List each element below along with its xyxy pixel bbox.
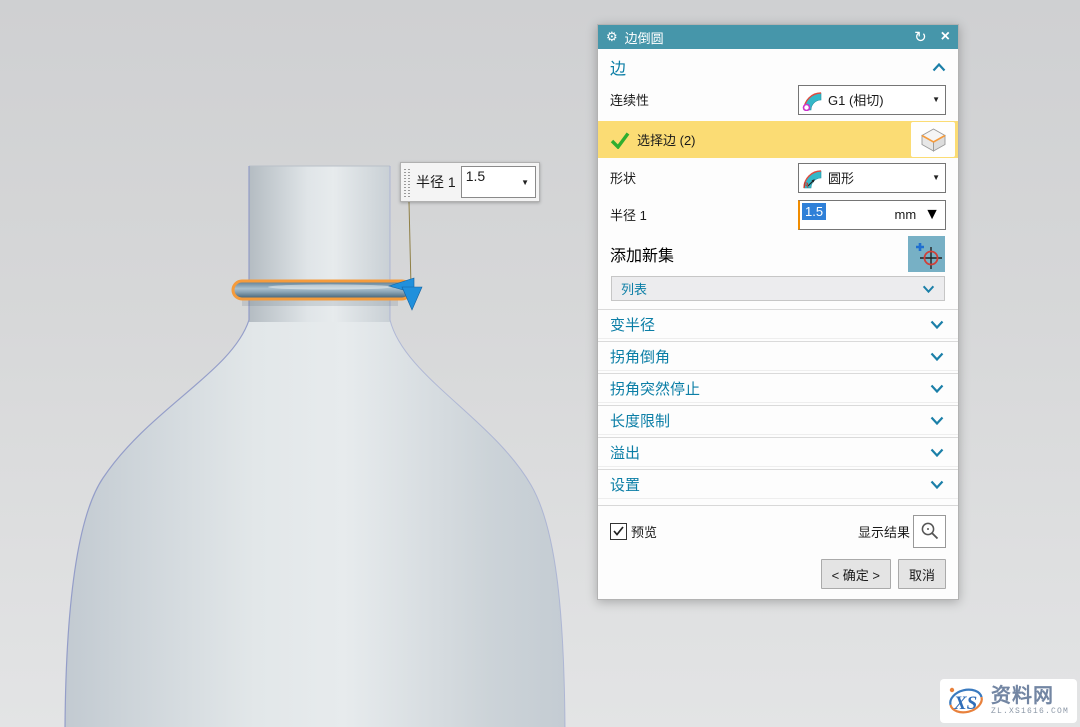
radius-input[interactable]: 1.5 mm ▼: [798, 200, 946, 230]
ok-button[interactable]: < 确定 >: [821, 559, 891, 589]
circular-shape-icon: R: [802, 167, 824, 189]
dialog-titlebar[interactable]: ⚙ 边倒圆 ↻ ×: [598, 25, 958, 49]
chevron-down-icon[interactable]: [930, 352, 944, 361]
section-label: 变半径: [610, 314, 655, 335]
radius-label: 半径 1: [610, 205, 647, 224]
chevron-down-icon[interactable]: [930, 416, 944, 425]
footer-divider: [598, 505, 958, 506]
add-new-set-row: 添加新集: [610, 236, 946, 272]
band-highlight: [268, 284, 392, 289]
add-new-set-button[interactable]: [908, 236, 945, 272]
section-edge-label: 边: [610, 55, 626, 79]
section-stop-short-of-corner[interactable]: 拐角突然停止: [598, 373, 958, 403]
radius-value-selected[interactable]: 1.5: [802, 203, 826, 220]
chevron-down-icon[interactable]: [922, 285, 935, 293]
chevron-down-icon[interactable]: [930, 480, 944, 489]
radius-tag-input[interactable]: 1.5 ▼: [461, 166, 536, 198]
select-edge-label: 选择边 (2): [637, 130, 911, 149]
section-label: 拐角倒角: [610, 346, 670, 367]
xs-logo-icon: XS: [944, 682, 988, 720]
list-expander[interactable]: 列表: [611, 276, 945, 301]
radius-tag-value[interactable]: 1.5: [466, 168, 485, 184]
chevron-up-icon[interactable]: [932, 63, 946, 72]
dialog-title: 边倒圆: [625, 28, 914, 47]
radius-tag-label: 半径 1: [416, 172, 456, 192]
section-settings[interactable]: 设置: [598, 469, 958, 499]
shape-row: 形状 R 圆形 ▼: [610, 162, 946, 193]
radius-row: 半径 1 1.5 mm ▼: [610, 199, 946, 230]
watermark-badge: XS 资料网 ZL.XS1616.COM: [940, 679, 1077, 723]
section-label: 拐角突然停止: [610, 378, 700, 399]
shape-dropdown[interactable]: R 圆形 ▼: [798, 163, 946, 193]
chevron-down-icon[interactable]: [930, 320, 944, 329]
dropdown-arrow-icon[interactable]: ▼: [932, 173, 940, 182]
section-length-limit[interactable]: 长度限制: [598, 405, 958, 435]
g1-tangent-icon: [802, 89, 824, 111]
add-set-icon: [912, 239, 942, 269]
section-edge-header[interactable]: 边: [610, 53, 946, 81]
preview-row: 预览 显示结果: [610, 515, 946, 547]
section-label: 溢出: [610, 442, 640, 463]
checkmark-icon: [613, 526, 624, 536]
add-new-set-label: 添加新集: [610, 242, 674, 266]
continuity-row: 连续性 G1 (相切) ▼: [610, 84, 946, 115]
xs-logo-text: XS: [953, 693, 977, 714]
list-label: 列表: [621, 279, 647, 298]
cancel-button[interactable]: 取消: [898, 559, 946, 589]
show-result-button[interactable]: [913, 515, 946, 548]
onscreen-radius-editor[interactable]: 半径 1 1.5 ▼: [400, 162, 540, 202]
continuity-value: G1 (相切): [828, 90, 928, 109]
fillet-edge-highlight[interactable]: [233, 281, 411, 299]
watermark-site-url: ZL.XS1616.COM: [991, 708, 1069, 716]
show-result-label: 显示结果: [858, 522, 910, 541]
select-edge-row[interactable]: 选择边 (2): [598, 121, 958, 158]
dropdown-arrow-icon[interactable]: ▼: [924, 206, 940, 224]
solid-preview-button[interactable]: [911, 122, 955, 157]
chevron-down-icon[interactable]: [930, 384, 944, 393]
green-check-icon: [610, 131, 630, 149]
magnifier-icon: [920, 521, 940, 541]
continuity-dropdown[interactable]: G1 (相切) ▼: [798, 85, 946, 115]
edge-blend-dialog: ⚙ 边倒圆 ↻ × 边 连续性 G1 (相切) ▼: [597, 24, 959, 600]
section-corner-setback[interactable]: 拐角倒角: [598, 341, 958, 371]
section-variable-radius[interactable]: 变半径: [598, 309, 958, 339]
drag-grip[interactable]: [404, 167, 411, 197]
section-overflow[interactable]: 溢出: [598, 437, 958, 467]
dialog-body: 边 连续性 G1 (相切) ▼ 选择边 (2): [598, 49, 958, 599]
bottle-body[interactable]: [65, 320, 565, 727]
gear-icon: ⚙: [606, 29, 618, 45]
preview-label: 预览: [631, 522, 858, 541]
dialog-buttons: < 确定 > 取消: [610, 559, 946, 589]
dropdown-arrow-icon[interactable]: ▼: [521, 178, 529, 187]
chevron-down-icon[interactable]: [930, 448, 944, 457]
close-icon[interactable]: ×: [941, 28, 950, 46]
shape-value: 圆形: [828, 168, 928, 187]
watermark-text: 资料网 ZL.XS1616.COM: [991, 686, 1069, 716]
dropdown-arrow-icon[interactable]: ▼: [932, 95, 940, 104]
shape-label: 形状: [610, 168, 636, 187]
preview-checkbox[interactable]: [610, 523, 627, 540]
radius-unit: mm: [826, 207, 916, 222]
reset-icon[interactable]: ↻: [914, 28, 927, 46]
continuity-label: 连续性: [610, 90, 649, 109]
watermark-site-name: 资料网: [991, 686, 1054, 706]
section-label: 设置: [610, 474, 640, 495]
section-label: 长度限制: [610, 410, 670, 431]
cube-icon: [920, 127, 947, 152]
leader-line: [409, 202, 411, 287]
